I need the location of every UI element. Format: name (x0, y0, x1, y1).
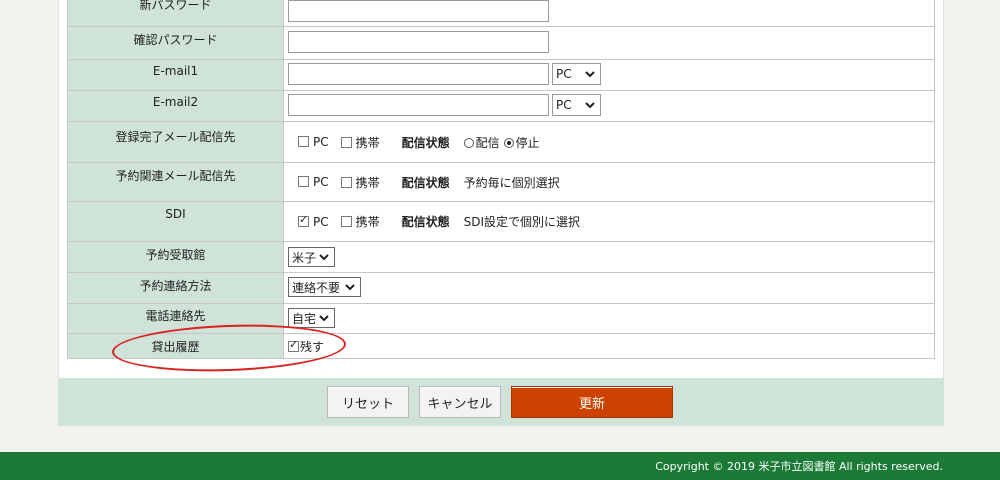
label-new-password: 新パスワード (67, 0, 284, 26)
label-loan-history: 貸出履歴 (67, 334, 284, 358)
label-phone-contact: 電話連絡先 (67, 304, 284, 333)
copyright-text: Copyright © 2019 米子市立図書館 All rights rese… (655, 460, 943, 473)
stop-radio-option[interactable]: 停止 (503, 134, 540, 151)
email2-input[interactable] (288, 94, 549, 116)
mobile-checkbox[interactable] (340, 176, 352, 188)
mobile-checkbox[interactable] (340, 216, 352, 227)
phone-contact-select[interactable]: 自宅 (288, 308, 335, 328)
registration-mobile-option[interactable]: 携帯 (340, 134, 380, 151)
row-reservation-mail: 予約関連メール配信先 PC 携帯 配信状態 予約毎に個別選択 (67, 163, 935, 202)
status-label: 配信状態 (401, 135, 450, 150)
label-email2: E-mail2 (67, 91, 284, 121)
row-registration-mail: 登録完了メール配信先 PC 携帯 配信状態 配信 停止 (67, 122, 935, 163)
email1-type-select[interactable]: PC (552, 63, 601, 85)
reservation-pc-option[interactable]: PC (298, 175, 329, 189)
row-email2: E-mail2 PC (67, 91, 935, 122)
status-text: SDI設定で個別に選択 (463, 215, 581, 229)
label-registration-mail: 登録完了メール配信先 (67, 122, 284, 162)
pc-checkbox[interactable] (298, 176, 309, 187)
sdi-mobile-option[interactable]: 携帯 (340, 213, 380, 230)
deliver-radio[interactable] (463, 137, 474, 148)
update-button[interactable]: 更新 (511, 386, 673, 418)
label-reservation-mail: 予約関連メール配信先 (67, 163, 284, 201)
row-phone-contact: 電話連絡先 自宅 (67, 304, 935, 334)
footer: Copyright © 2019 米子市立図書館 All rights rese… (0, 452, 1000, 480)
confirm-password-input[interactable] (288, 31, 549, 53)
sdi-pc-option[interactable]: PC (298, 213, 329, 229)
status-text: 予約毎に個別選択 (463, 175, 560, 190)
cancel-button[interactable]: キャンセル (419, 386, 501, 418)
row-email1: E-mail1 PC (67, 60, 935, 91)
chevron-down-icon (345, 284, 355, 291)
row-new-password: 新パスワード (67, 0, 935, 27)
keep-history-checkbox[interactable] (288, 338, 299, 352)
chevron-down-icon (319, 254, 329, 261)
pc-checkbox[interactable] (298, 136, 309, 147)
row-sdi: SDI PC 携帯 配信状態 SDI設定で個別に選択 (67, 202, 935, 242)
row-pickup-library: 予約受取館 米子 (67, 242, 935, 273)
row-loan-history: 貸出履歴 残す (67, 334, 935, 359)
stop-radio[interactable] (503, 137, 514, 148)
row-confirm-password: 確認パスワード (67, 27, 935, 60)
reservation-mobile-option[interactable]: 携帯 (340, 174, 380, 191)
label-pickup-library: 予約受取館 (67, 242, 284, 272)
mobile-checkbox[interactable] (340, 136, 352, 148)
chevron-down-icon (585, 71, 595, 78)
chevron-down-icon (585, 102, 595, 109)
email2-type-select[interactable]: PC (552, 94, 601, 116)
button-bar: リセット キャンセル 更新 (58, 378, 944, 426)
email1-input[interactable] (288, 63, 549, 85)
pickup-library-select[interactable]: 米子 (288, 247, 335, 267)
deliver-radio-option[interactable]: 配信 (463, 134, 500, 151)
label-contact-method: 予約連絡方法 (67, 273, 284, 303)
label-sdi: SDI (67, 202, 284, 241)
status-label: 配信状態 (401, 175, 450, 190)
chevron-down-icon (319, 315, 329, 322)
row-contact-method: 予約連絡方法 連絡不要 (67, 273, 935, 304)
label-confirm-password: 確認パスワード (67, 27, 284, 59)
reset-button[interactable]: リセット (327, 386, 409, 418)
status-label: 配信状態 (401, 215, 450, 229)
label-email1: E-mail1 (67, 60, 284, 90)
registration-pc-option[interactable]: PC (298, 135, 329, 149)
pc-checkbox[interactable] (298, 213, 309, 227)
new-password-input[interactable] (288, 0, 549, 22)
loan-history-option[interactable]: 残す (288, 338, 324, 355)
contact-method-select[interactable]: 連絡不要 (288, 277, 361, 297)
